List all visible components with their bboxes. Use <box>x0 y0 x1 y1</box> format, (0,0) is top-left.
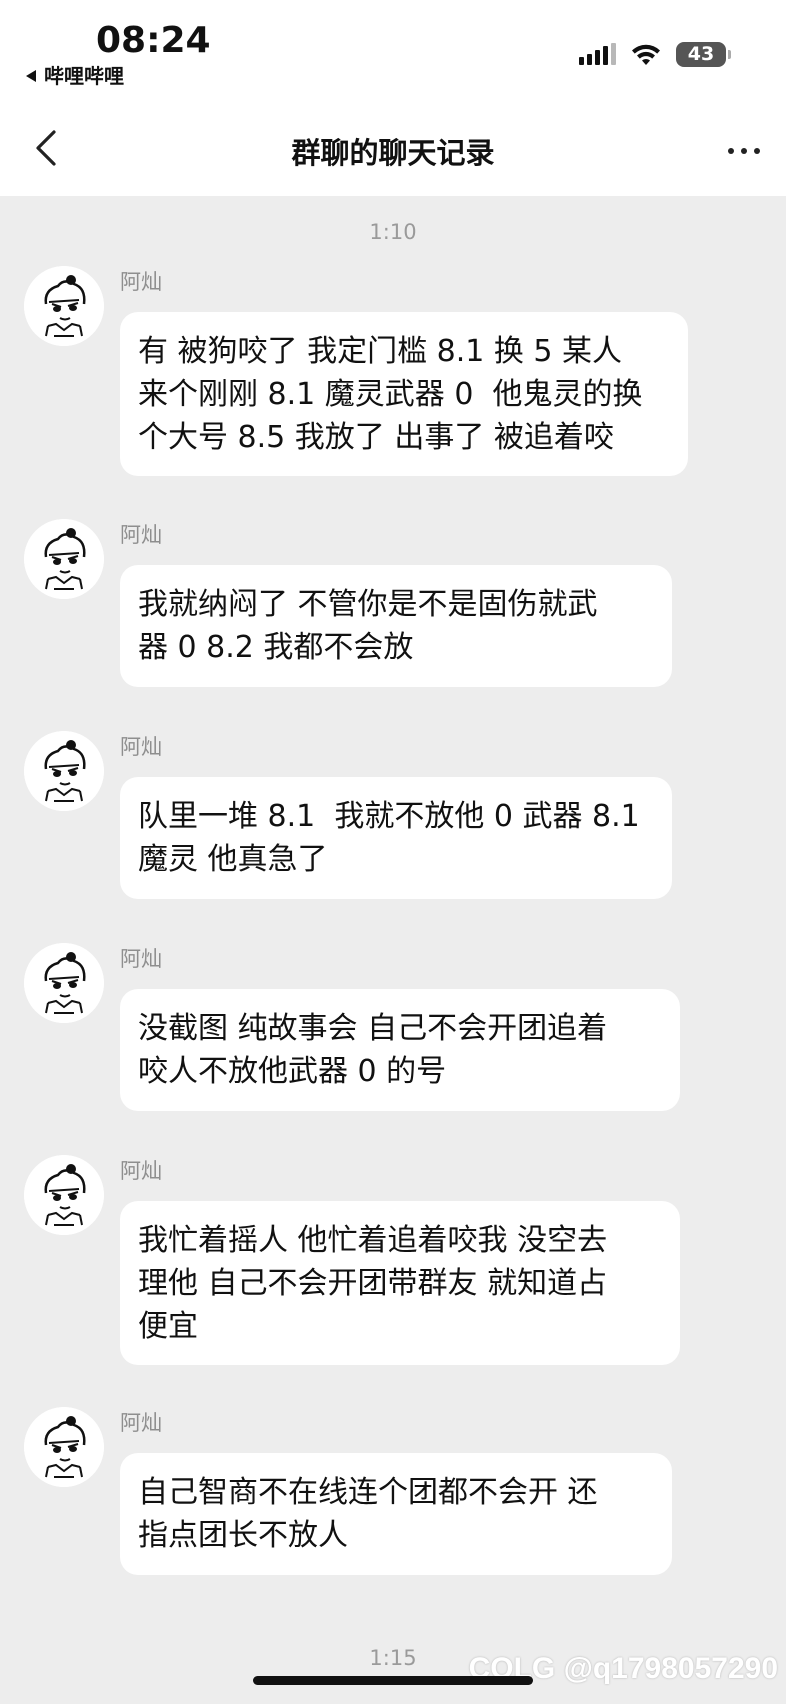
wifi-icon <box>632 44 660 65</box>
avatar[interactable] <box>24 1155 104 1235</box>
avatar[interactable] <box>24 519 104 599</box>
cartoon-girl-avatar-icon <box>24 266 104 346</box>
cellular-signal-icon <box>579 42 616 65</box>
avatar[interactable] <box>24 266 104 346</box>
avatar[interactable] <box>24 731 104 811</box>
message-bubble[interactable]: 我就纳闷了 不管你是不是固伤就武 器 0 8.2 我都不会放 <box>120 565 672 687</box>
back-to-app-link[interactable]: 哔哩哔哩 <box>26 60 124 89</box>
cartoon-girl-avatar-icon <box>24 1155 104 1235</box>
more-options-icon[interactable] <box>728 148 760 154</box>
message-bubble[interactable]: 有 被狗咬了 我定门槛 8.1 换 5 某人 来个刚刚 8.1 魔灵武器 0 他… <box>120 312 688 476</box>
cartoon-girl-avatar-icon <box>24 731 104 811</box>
sender-name: 阿灿 <box>120 523 162 547</box>
battery-icon: 43 <box>676 42 731 67</box>
message-bubble[interactable]: 自己智商不在线连个团都不会开 还 指点团长不放人 <box>120 1453 672 1575</box>
sender-name: 阿灿 <box>120 270 162 294</box>
message-bubble[interactable]: 队里一堆 8.1 我就不放他 0 武器 8.1 魔灵 他真急了 <box>120 777 672 899</box>
avatar[interactable] <box>24 943 104 1023</box>
back-app-label: 哔哩哔哩 <box>44 64 124 88</box>
cartoon-girl-avatar-icon <box>24 519 104 599</box>
sender-name: 阿灿 <box>120 1159 162 1183</box>
status-bar: 08:24 哔哩哔哩 43 <box>0 0 786 100</box>
sender-name: 阿灿 <box>120 735 162 759</box>
chat-history[interactable]: 1:10 阿灿 有 被狗咬了 我定门槛 8.1 换 5 某人 来个刚刚 8.1 … <box>0 196 786 1704</box>
timestamp-separator: 1:10 <box>369 220 417 244</box>
cartoon-girl-avatar-icon <box>24 943 104 1023</box>
message-bubble[interactable]: 没截图 纯故事会 自己不会开团追着 咬人不放他武器 0 的号 <box>120 989 680 1111</box>
battery-level: 43 <box>687 43 715 65</box>
status-time: 08:24 <box>96 20 211 61</box>
cartoon-girl-avatar-icon <box>24 1407 104 1487</box>
avatar[interactable] <box>24 1407 104 1487</box>
nav-bar: 群聊的聊天记录 <box>0 100 786 196</box>
sender-name: 阿灿 <box>120 1411 162 1435</box>
page-title: 群聊的聊天记录 <box>291 136 495 170</box>
back-triangle-icon <box>26 70 36 82</box>
status-indicators: 43 <box>579 42 731 67</box>
message-bubble[interactable]: 我忙着摇人 他忙着追着咬我 没空去 理他 自己不会开团带群友 就知道占 便宜 <box>120 1201 680 1365</box>
sender-name: 阿灿 <box>120 947 162 971</box>
home-indicator[interactable] <box>253 1676 533 1685</box>
